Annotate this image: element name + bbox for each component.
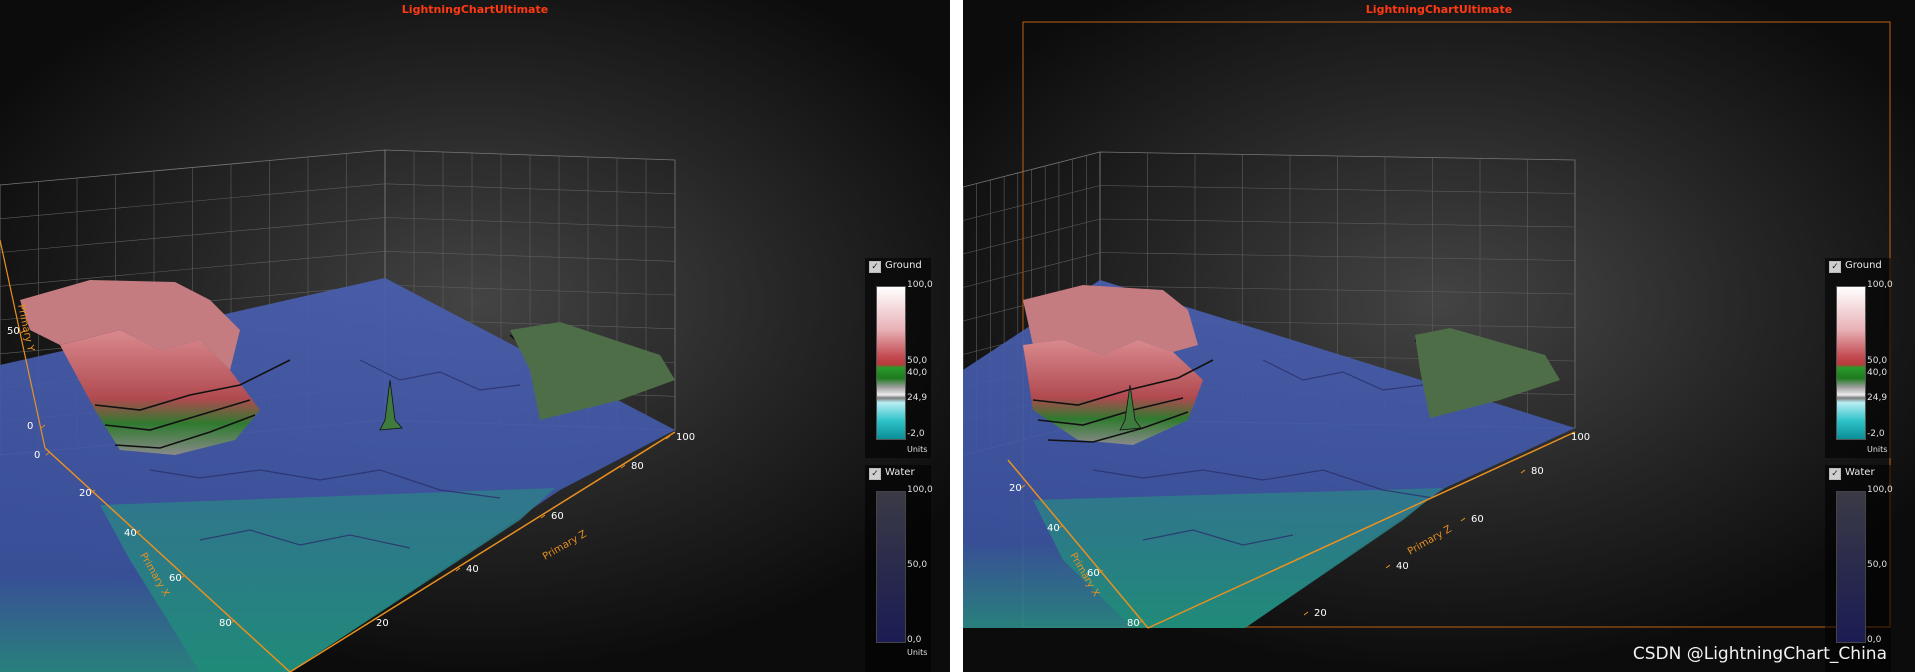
chart-panel-left[interactable]: LightningChartUltimate 0 20 40 60 80 20 40 60 80… — [0, 0, 950, 672]
palette-bar-ground — [876, 286, 906, 440]
checkbox-ground[interactable]: ✓ — [1829, 261, 1841, 273]
axis-tick — [1460, 517, 1466, 522]
y-tick-label: 0 — [27, 421, 33, 432]
palette-tick: 24,9 — [1867, 393, 1888, 403]
palette-bar-water — [876, 491, 906, 643]
z-axis-title: Primary Z — [1406, 524, 1454, 558]
palette-tick: 100,0 — [1867, 485, 1893, 495]
palette-bar-water — [1836, 491, 1866, 643]
chart-3d-scene[interactable]: 020406080 20406080100050Primary XPrimary … — [0, 0, 950, 672]
x-tick-label: 20 — [79, 488, 92, 499]
x-tick-label: 60 — [169, 573, 182, 584]
legend-water-title: Water — [885, 467, 915, 478]
x-tick-label: 20 — [1009, 483, 1022, 494]
legend-water: ✓ Water 100,0 50,0 0,0 — [1825, 465, 1893, 672]
palette-unit: Units — [1867, 445, 1888, 454]
x-tick-label: 40 — [124, 528, 137, 539]
checkbox-ground[interactable]: ✓ — [869, 261, 881, 273]
x-tick-label: 80 — [1127, 618, 1140, 629]
palette-tick: 50,0 — [1867, 560, 1888, 570]
legend-water-title: Water — [1845, 467, 1875, 478]
z-tick-label: 40 — [1396, 561, 1409, 572]
axis-tick — [1385, 564, 1391, 569]
palette-tick: -2,0 — [1867, 429, 1885, 439]
z-tick-label: 20 — [1314, 608, 1327, 619]
palette-unit: Units — [907, 648, 928, 657]
z-tick-label: 20 — [376, 618, 389, 629]
palette-tick: 100,0 — [907, 280, 933, 290]
z-axis-title: Primary Z — [541, 529, 589, 563]
palette-tick: 40,0 — [1867, 368, 1888, 378]
x-tick-label: 0 — [34, 450, 40, 461]
palette-bar-ground — [1836, 286, 1866, 440]
z-tick-label: 80 — [631, 461, 644, 472]
palette-tick: 50,0 — [907, 560, 928, 570]
z-tick-label: 60 — [551, 511, 564, 522]
x-tick-label: 40 — [1047, 523, 1060, 534]
panel-divider — [950, 0, 963, 672]
palette-tick: 40,0 — [907, 368, 928, 378]
chart-panel-right[interactable]: LightningChartUltimate 20 40 60 80 20 40 60 80 1… — [963, 0, 1915, 672]
palette-tick: 0,0 — [907, 635, 922, 645]
legend-ground: ✓ Ground 100,0 50,0 40,0 24,9 -2,0 Units — [865, 258, 933, 458]
x-tick-label: 80 — [219, 618, 232, 629]
palette-tick: -2,0 — [907, 429, 925, 439]
axis-tick — [1303, 611, 1309, 616]
z-tick-label: 100 — [676, 432, 695, 443]
z-tick-label: 80 — [1531, 466, 1544, 477]
checkbox-water[interactable]: ✓ — [1829, 468, 1841, 480]
y-tick-label: 50 — [7, 326, 20, 337]
palette-unit: Units — [907, 445, 928, 454]
watermark: CSDN @LightningChart_China — [1632, 644, 1887, 664]
palette-tick: 100,0 — [1867, 280, 1893, 290]
palette-tick: 24,9 — [907, 393, 928, 403]
chart-3d-scene[interactable]: 2040608020406080100Primary XPrimary Z — [963, 0, 1915, 672]
axis-tick — [1520, 469, 1526, 474]
legend-ground: ✓ Ground 100,0 50,0 40,0 24,9 -2,0 Units — [1825, 258, 1893, 458]
checkbox-water[interactable]: ✓ — [869, 468, 881, 480]
legend-ground-title: Ground — [1845, 260, 1882, 271]
legend-ground-title: Ground — [885, 260, 922, 271]
palette-tick: 50,0 — [907, 356, 928, 366]
z-tick-label: 40 — [466, 564, 479, 575]
z-tick-label: 60 — [1471, 514, 1484, 525]
legend-water: ✓ Water 100,0 50,0 0,0 Units — [865, 465, 933, 672]
z-tick-label: 100 — [1571, 432, 1590, 443]
palette-tick: 50,0 — [1867, 356, 1888, 366]
palette-tick: 100,0 — [907, 485, 933, 495]
